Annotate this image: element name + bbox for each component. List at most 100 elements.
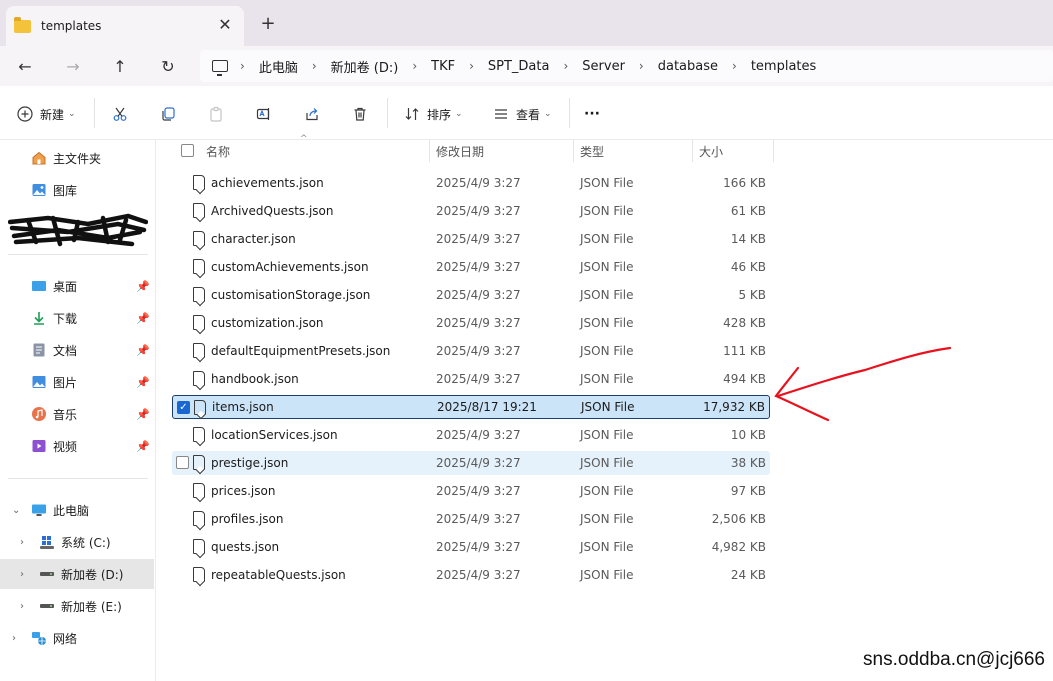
- table-row[interactable]: ArchivedQuests.json 2025/4/9 3:27 JSON Fil…: [172, 199, 770, 223]
- breadcrumb-spt-data[interactable]: SPT_Data: [488, 59, 550, 74]
- breadcrumb-separator[interactable]: ›: [732, 59, 737, 73]
- delete-button[interactable]: [349, 102, 371, 126]
- chevron-right-icon[interactable]: ›: [20, 569, 24, 580]
- sidebar-item-music[interactable]: 音乐 📌: [0, 399, 154, 429]
- pin-icon: 📌: [136, 279, 150, 293]
- table-row[interactable]: handbook.json 2025/4/9 3:27 JSON File 494 K…: [172, 367, 770, 391]
- toolbar-divider: [94, 98, 95, 128]
- row-checkbox[interactable]: ✓: [177, 401, 190, 414]
- pin-icon: 📌: [136, 375, 150, 389]
- back-button[interactable]: ←: [13, 54, 37, 78]
- breadcrumb-drive-d[interactable]: 新加卷 (D:): [331, 57, 399, 76]
- breadcrumb-separator[interactable]: ›: [563, 59, 568, 73]
- file-name: customisationStorage.json: [211, 288, 371, 302]
- sidebar-item-documents[interactable]: 文档 📌: [0, 335, 154, 365]
- music-icon: [31, 406, 47, 422]
- table-row[interactable]: achievements.json 2025/4/9 3:27 JSON File 1…: [172, 171, 770, 195]
- row-checkbox[interactable]: [176, 456, 189, 469]
- sidebar-item-downloads[interactable]: 下载 📌: [0, 303, 154, 333]
- chevron-right-icon[interactable]: ›: [12, 633, 16, 644]
- sidebar-item-network[interactable]: › 网络: [0, 623, 154, 653]
- column-date-modified[interactable]: 修改日期: [430, 140, 574, 162]
- address-bar[interactable]: › 此电脑 › 新加卷 (D:) › TKF › SPT_Data › Serv…: [200, 50, 1053, 82]
- json-file-icon: [193, 343, 205, 358]
- sidebar-item-drive-c[interactable]: › 系统 (C:): [0, 527, 154, 557]
- cut-button[interactable]: [109, 102, 131, 126]
- desktop-icon: [31, 278, 47, 294]
- table-row[interactable]: character.json 2025/4/9 3:27 JSON File 14 K…: [172, 227, 770, 251]
- file-date-modified: 2025/4/9 3:27: [436, 316, 521, 330]
- file-date-modified: 2025/4/9 3:27: [436, 176, 521, 190]
- sidebar-item-desktop[interactable]: 桌面 📌: [0, 271, 154, 301]
- trash-icon: [349, 103, 371, 125]
- sidebar-item-drive-d[interactable]: › 新加卷 (D:): [0, 559, 154, 589]
- chevron-down-icon[interactable]: ⌄: [12, 505, 20, 516]
- table-row[interactable]: profiles.json 2025/4/9 3:27 JSON File 2,506…: [172, 507, 770, 531]
- table-row[interactable]: ✓ items.json 2025/8/17 19:21 JSON File 17,93…: [172, 395, 770, 419]
- breadcrumb-tkf[interactable]: TKF: [431, 59, 455, 74]
- table-row[interactable]: quests.json 2025/4/9 3:27 JSON File 4,982 K…: [172, 535, 770, 559]
- breadcrumb-separator[interactable]: ›: [469, 59, 474, 73]
- tab-bar: templates ✕ +: [0, 0, 1053, 46]
- copy-button[interactable]: [157, 102, 179, 126]
- file-date-modified: 2025/4/9 3:27: [436, 288, 521, 302]
- share-button[interactable]: [301, 102, 323, 126]
- column-name[interactable]: 名称: [200, 140, 430, 162]
- clipboard-icon: [205, 103, 227, 125]
- computer-icon[interactable]: [212, 60, 228, 76]
- column-size[interactable]: 大小: [693, 140, 774, 162]
- sidebar-item-gallery[interactable]: 图库: [0, 175, 154, 205]
- breadcrumb-separator[interactable]: ›: [639, 59, 644, 73]
- table-row[interactable]: locationServices.json 2025/4/9 3:27 JSON F…: [172, 423, 770, 447]
- sidebar-item-home[interactable]: 主文件夹: [0, 143, 154, 173]
- close-tab-button[interactable]: ✕: [216, 16, 234, 34]
- breadcrumb-separator[interactable]: ›: [240, 59, 245, 73]
- new-button[interactable]: 新建 ⌄: [14, 102, 76, 126]
- file-name: achievements.json: [211, 176, 324, 190]
- table-row[interactable]: repeatableQuests.json 2025/4/9 3:27 JSON F…: [172, 563, 770, 587]
- file-size: 24 KB: [730, 568, 766, 582]
- sidebar-item-this-pc[interactable]: ⌄ 此电脑: [0, 495, 154, 525]
- table-row[interactable]: customisationStorage.json 2025/4/9 3:27 JS…: [172, 283, 770, 307]
- breadcrumb-this-pc[interactable]: 此电脑: [259, 57, 298, 76]
- new-tab-button[interactable]: +: [258, 14, 278, 34]
- sidebar-item-pictures[interactable]: 图片 📌: [0, 367, 154, 397]
- json-file-icon: [193, 455, 205, 470]
- sort-button[interactable]: 排序 ⌄: [401, 102, 463, 126]
- refresh-button[interactable]: ↻: [156, 54, 180, 78]
- chevron-right-icon[interactable]: ›: [20, 537, 24, 548]
- table-row[interactable]: customAchievements.json 2025/4/9 3:27 JSON…: [172, 255, 770, 279]
- view-button[interactable]: 查看 ⌄: [490, 102, 552, 126]
- redaction-scribble: [8, 213, 148, 247]
- json-file-icon: [193, 203, 205, 218]
- file-size: 2,506 KB: [711, 512, 766, 526]
- chevron-right-icon[interactable]: ›: [20, 601, 24, 612]
- paste-button[interactable]: [205, 102, 227, 126]
- tab-templates[interactable]: templates ✕: [6, 6, 244, 46]
- rename-button[interactable]: [253, 102, 275, 126]
- table-row[interactable]: customization.json 2025/4/9 3:27 JSON File…: [172, 311, 770, 335]
- breadcrumb-server[interactable]: Server: [582, 59, 625, 74]
- sidebar-item-videos[interactable]: 视频 📌: [0, 431, 154, 461]
- breadcrumb-separator[interactable]: ›: [412, 59, 417, 73]
- table-row[interactable]: prices.json 2025/4/9 3:27 JSON File 97 KB: [172, 479, 770, 503]
- file-name: character.json: [211, 232, 296, 246]
- table-row[interactable]: prestige.json 2025/4/9 3:27 JSON File 38 KB: [172, 451, 770, 475]
- more-options-button[interactable]: ···: [584, 102, 600, 126]
- breadcrumb-templates[interactable]: templates: [751, 59, 816, 74]
- forward-button[interactable]: →: [61, 54, 85, 78]
- up-button[interactable]: ↑: [108, 54, 132, 78]
- breadcrumb-separator[interactable]: ›: [312, 59, 317, 73]
- file-date-modified: 2025/4/9 3:27: [436, 232, 521, 246]
- windows-drive-icon: [39, 534, 55, 550]
- breadcrumb-database[interactable]: database: [658, 59, 718, 74]
- file-name: customAchievements.json: [211, 260, 369, 274]
- table-row[interactable]: defaultEquipmentPresets.json 2025/4/9 3:2…: [172, 339, 770, 363]
- chevron-down-icon: ⌄: [455, 109, 463, 119]
- annotation-arrow: [774, 346, 952, 422]
- select-all-checkbox[interactable]: [181, 144, 194, 157]
- column-type[interactable]: 类型: [574, 140, 693, 162]
- file-date-modified: 2025/4/9 3:27: [436, 540, 521, 554]
- sidebar-item-drive-e[interactable]: › 新加卷 (E:): [0, 591, 154, 621]
- file-name: prices.json: [211, 484, 276, 498]
